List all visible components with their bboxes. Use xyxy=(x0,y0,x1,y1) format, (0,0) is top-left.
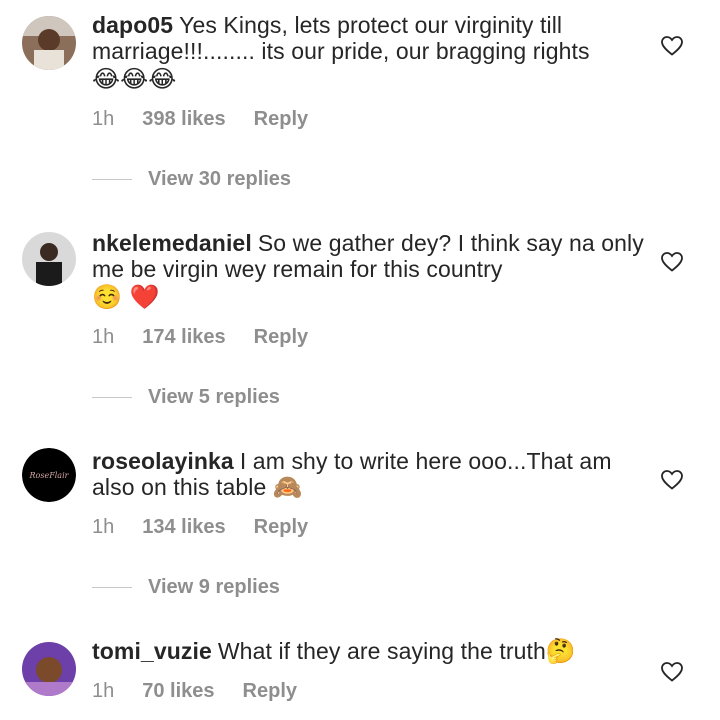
comment-body: What if they are saying the truth xyxy=(217,638,546,664)
likes-count[interactable]: 174 likes xyxy=(142,326,225,349)
comment-time: 1h xyxy=(92,108,115,130)
comment-time: 1h xyxy=(92,326,115,348)
heart-outline-icon[interactable] xyxy=(660,468,684,492)
heart-outline-icon[interactable] xyxy=(660,660,684,684)
reply-button[interactable]: Reply xyxy=(254,108,308,131)
likes-count[interactable]: 134 likes xyxy=(142,516,225,539)
view-replies-label: View 5 replies xyxy=(148,386,280,408)
divider-line xyxy=(92,397,132,398)
heart-outline-icon[interactable] xyxy=(660,250,684,274)
avatar[interactable] xyxy=(22,16,76,70)
comment-text: tomi_vuzie What if they are saying the tr… xyxy=(92,638,652,664)
likes-count[interactable]: 398 likes xyxy=(142,108,225,131)
avatar[interactable] xyxy=(22,232,76,286)
view-replies-button[interactable]: View 9 replies xyxy=(92,576,280,599)
divider-line xyxy=(92,179,132,180)
comment-text: roseolayinka I am shy to write here ooo..… xyxy=(92,448,652,500)
view-replies-button[interactable]: View 5 replies xyxy=(92,386,280,409)
svg-text:RoseFlair: RoseFlair xyxy=(29,471,70,480)
comment-username[interactable]: nkelemedaniel xyxy=(92,230,252,256)
comment-username[interactable]: roseolayinka xyxy=(92,448,234,474)
comment-text: dapo05 Yes Kings, lets protect our virgin… xyxy=(92,12,652,64)
likes-count[interactable]: 70 likes xyxy=(142,680,214,703)
comment-emoji: 🙈 xyxy=(272,473,303,501)
comment-emoji: 😂😂😂 xyxy=(92,65,177,93)
view-replies-label: View 9 replies xyxy=(148,576,280,598)
heart-outline-icon[interactable] xyxy=(660,34,684,58)
divider-line xyxy=(92,587,132,588)
comment-time: 1h xyxy=(92,680,115,702)
reply-button[interactable]: Reply xyxy=(243,680,297,703)
comment-username[interactable]: tomi_vuzie xyxy=(92,638,212,664)
comment-text: nkelemedaniel So we gather dey? I think s… xyxy=(92,230,652,282)
comment-emoji: ☺️ ❤️ xyxy=(92,283,160,311)
reply-button[interactable]: Reply xyxy=(254,326,308,349)
comment-username[interactable]: dapo05 xyxy=(92,12,173,38)
avatar[interactable]: RoseFlair xyxy=(22,448,76,502)
reply-button[interactable]: Reply xyxy=(254,516,308,539)
comment-time: 1h xyxy=(92,516,115,538)
view-replies-label: View 30 replies xyxy=(148,168,292,190)
comment-emoji: 🤔 xyxy=(545,637,576,665)
view-replies-button[interactable]: View 30 replies xyxy=(92,168,291,191)
avatar[interactable] xyxy=(22,642,76,696)
